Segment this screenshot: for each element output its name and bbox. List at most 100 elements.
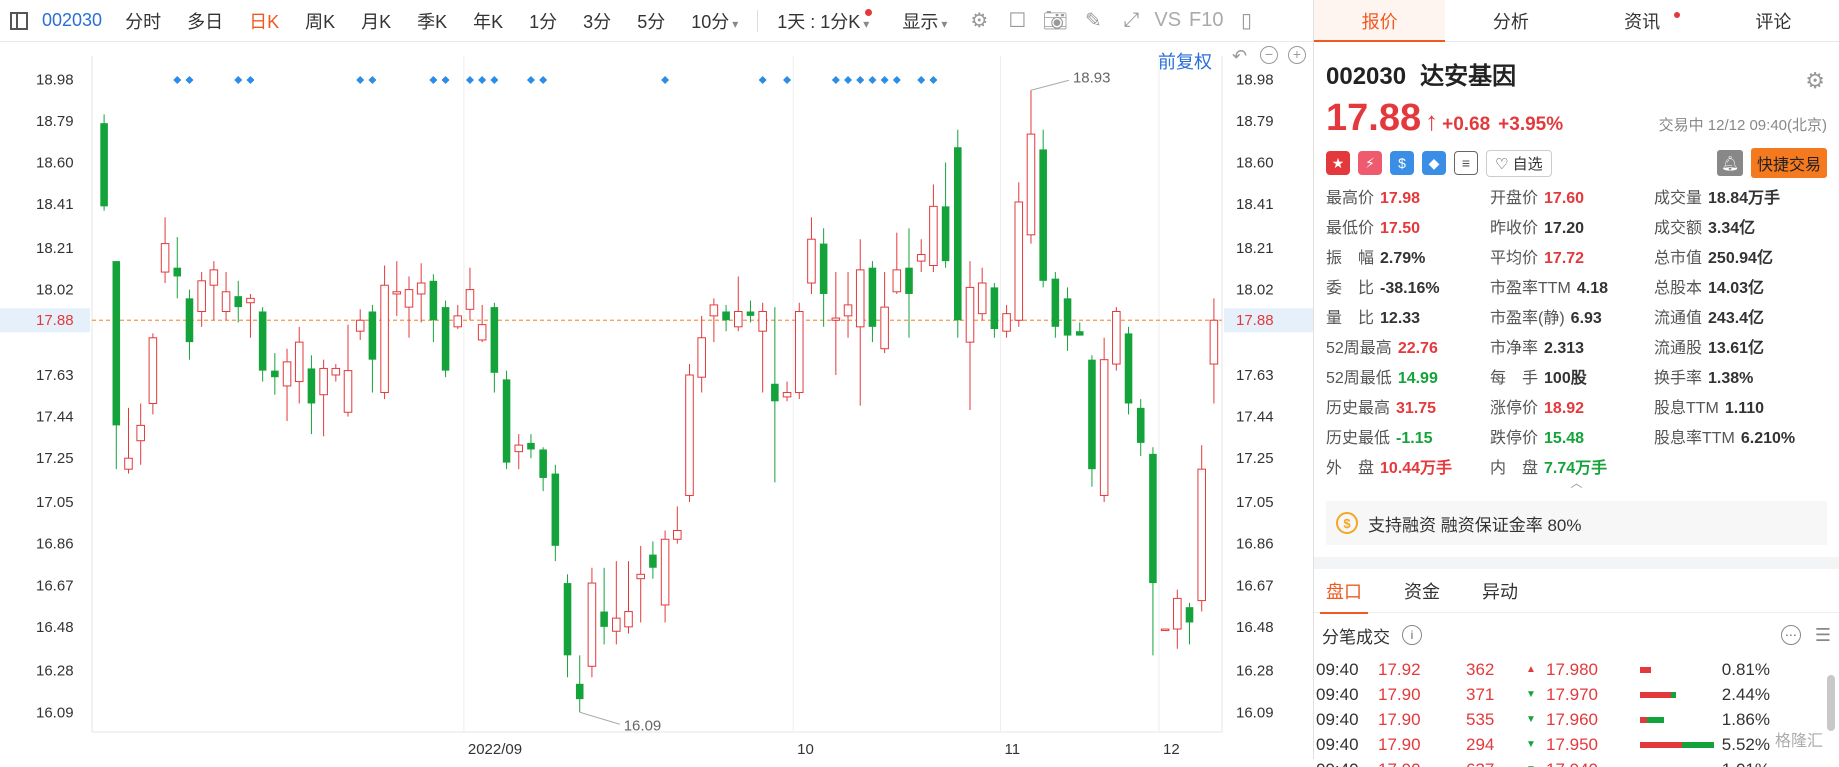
quote-value: 250.94亿 bbox=[1708, 250, 1773, 267]
tick-list[interactable]: 09:4017.92362▲17.9800.81%09:4017.90371▼1… bbox=[1314, 657, 1839, 767]
quote-label: 市净率 bbox=[1490, 340, 1538, 357]
zoom-in-icon[interactable]: + bbox=[1288, 46, 1306, 64]
candle bbox=[808, 217, 816, 294]
note-icon[interactable]: ≡ bbox=[1454, 151, 1478, 175]
price-row: 17.88 ↑ +0.68 +3.95% 交易中 12/12 09:40(北京) bbox=[1326, 97, 1827, 140]
compare-button[interactable]: VS bbox=[1154, 9, 1181, 32]
tab-3min[interactable]: 3分 bbox=[570, 8, 624, 34]
quote-item: 最高价17.98 bbox=[1326, 184, 1490, 208]
list-icon[interactable]: ☰ bbox=[1815, 625, 1831, 646]
kline-chart-area[interactable]: 18.9818.7918.6018.4118.2118.0217.8817.63… bbox=[0, 42, 1313, 759]
f10-button[interactable]: F10 bbox=[1189, 9, 1223, 32]
dollar-icon[interactable]: $ bbox=[1390, 151, 1414, 175]
tab-pinglun[interactable]: 评论 bbox=[1708, 0, 1839, 41]
fast-trade-button[interactable]: 快捷交易 bbox=[1751, 148, 1827, 178]
info-icon[interactable]: i bbox=[1402, 625, 1422, 645]
tag-icon[interactable]: ◆ bbox=[1422, 151, 1446, 175]
panel-toggle-icon[interactable]: ▯ bbox=[1234, 8, 1260, 34]
zoom-out-icon[interactable]: − bbox=[1260, 46, 1278, 64]
quote-label: 股息TTM bbox=[1654, 400, 1719, 417]
quote-item: 昨收价17.20 bbox=[1490, 214, 1654, 238]
tab-yidong[interactable]: 异动 bbox=[1482, 569, 1518, 613]
settings-icon[interactable]: ⚙ bbox=[966, 8, 992, 34]
tab-zijin[interactable]: 资金 bbox=[1404, 569, 1440, 613]
quote-label: 52周最高 bbox=[1326, 340, 1392, 357]
event-marker-icon bbox=[844, 76, 852, 84]
tab-zhouk[interactable]: 周K bbox=[292, 8, 348, 34]
quote-item: 平均价17.72 bbox=[1490, 244, 1654, 268]
candle-body bbox=[771, 384, 779, 402]
candle-body bbox=[686, 375, 694, 495]
display-select[interactable]: 显示▾ bbox=[889, 8, 960, 34]
tick-level-price: 17.980 bbox=[1546, 660, 1640, 680]
more-icon[interactable]: ⋯ bbox=[1781, 625, 1801, 645]
tab-duori[interactable]: 多日 bbox=[174, 8, 236, 34]
y-tick-label: 16.67 bbox=[36, 577, 74, 594]
quote-item: 跌停价15.48 bbox=[1490, 424, 1654, 448]
candles bbox=[100, 90, 1217, 712]
candle bbox=[613, 561, 621, 644]
trade-status: 交易中 12/12 09:40(北京) bbox=[1659, 114, 1827, 135]
high-price-label: 18.93 bbox=[1073, 69, 1111, 86]
candle-body bbox=[515, 445, 523, 452]
tab-baojia[interactable]: 报价 bbox=[1314, 0, 1445, 41]
scrollbar[interactable] bbox=[1827, 675, 1835, 731]
tab-pankou[interactable]: 盘口 bbox=[1326, 569, 1362, 613]
x-tick-label: 12 bbox=[1163, 741, 1180, 758]
tab-zixun[interactable]: 资讯 bbox=[1577, 0, 1708, 41]
tab-yuek[interactable]: 月K bbox=[348, 8, 404, 34]
candle bbox=[1076, 322, 1084, 335]
quote-value: -1.15 bbox=[1396, 430, 1432, 447]
tab-niank[interactable]: 年K bbox=[460, 8, 516, 34]
candle-body bbox=[808, 239, 816, 283]
bell-icon[interactable]: 🔔︎ bbox=[1717, 150, 1743, 176]
lightning-icon[interactable]: ⚡︎ bbox=[1358, 151, 1382, 175]
chevron-down-icon: ▾ bbox=[863, 17, 869, 31]
fuquan-button[interactable]: 前复权 bbox=[1158, 48, 1212, 74]
quote-label: 总市值 bbox=[1654, 250, 1702, 267]
quote-value: 17.72 bbox=[1544, 250, 1584, 267]
candle-body bbox=[369, 311, 377, 359]
candle-body bbox=[1125, 333, 1133, 403]
margin-info[interactable]: $ 支持融资 融资保证金率 80% bbox=[1326, 501, 1827, 545]
camera-icon[interactable]: 📷︎ bbox=[1042, 8, 1068, 34]
tick-price: 17.90 bbox=[1378, 710, 1466, 730]
kline-chart[interactable]: 18.9818.7918.6018.4118.2118.0217.8817.63… bbox=[0, 42, 1313, 759]
quote-label: 股息率TTM bbox=[1654, 430, 1735, 447]
y-tick-label: 16.67 bbox=[1236, 577, 1274, 594]
add-watchlist-button[interactable]: ♡ 自选 bbox=[1486, 150, 1552, 177]
tab-10min[interactable]: 10分▾ bbox=[678, 8, 751, 34]
triangle-up-icon: ▲ bbox=[1526, 664, 1546, 675]
candle-body bbox=[527, 443, 535, 450]
notification-dot bbox=[1674, 12, 1680, 18]
y-tick-label: 18.41 bbox=[1236, 196, 1274, 213]
china-flag-icon[interactable]: ★ bbox=[1326, 151, 1350, 175]
quote-item: 涨停价18.92 bbox=[1490, 394, 1654, 418]
interval-select[interactable]: 1天 : 1分K▾ bbox=[764, 8, 889, 34]
tab-5min[interactable]: 5分 bbox=[624, 8, 678, 34]
quote-value: 18.92 bbox=[1544, 400, 1584, 417]
candle-body bbox=[1161, 629, 1169, 631]
undo-icon[interactable]: ↶ bbox=[1232, 46, 1247, 67]
tab-1min[interactable]: 1分 bbox=[516, 8, 570, 34]
quote-label: 跌停价 bbox=[1490, 430, 1538, 447]
fullscreen-icon[interactable]: ⤢ bbox=[1118, 8, 1144, 34]
gear-icon[interactable]: ⚙ bbox=[1805, 68, 1825, 94]
tab-jik[interactable]: 季K bbox=[404, 8, 460, 34]
quote-item: 历史最高31.75 bbox=[1326, 394, 1490, 418]
event-marker-icon bbox=[173, 76, 181, 84]
candle bbox=[844, 272, 852, 338]
tab-fenxi[interactable]: 分析 bbox=[1445, 0, 1576, 41]
indicator-box-icon[interactable]: ☐ bbox=[1004, 8, 1030, 34]
x-tick-label: 11 bbox=[1004, 741, 1020, 758]
coin-icon: $ bbox=[1336, 512, 1358, 534]
candle-body bbox=[600, 612, 608, 627]
y-tick-label: 17.44 bbox=[1236, 409, 1274, 426]
tick-bar-red bbox=[1640, 692, 1671, 698]
sidebar-toggle-icon[interactable] bbox=[10, 12, 28, 30]
pencil-icon[interactable]: ✎ bbox=[1080, 8, 1106, 34]
candle-body bbox=[234, 296, 242, 307]
stock-code: 002030 bbox=[42, 10, 102, 31]
tab-fenshi[interactable]: 分时 bbox=[112, 8, 174, 34]
tab-rik[interactable]: 日K bbox=[236, 8, 292, 34]
